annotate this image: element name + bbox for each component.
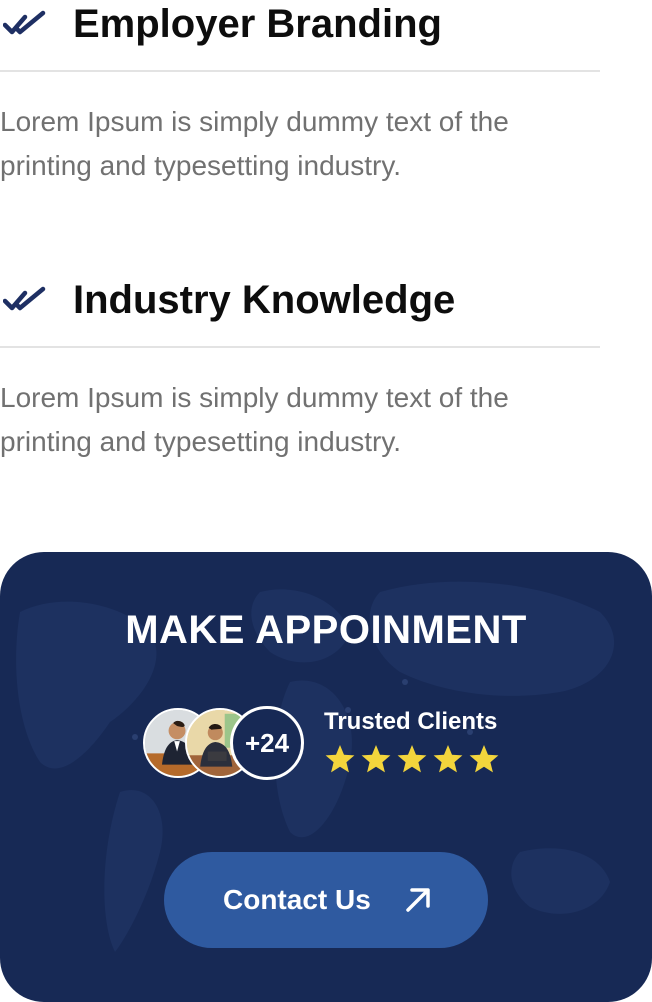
appointment-title: MAKE APPOINMENT [125,608,527,652]
client-count-badge: +24 [230,706,304,780]
arrow-up-right-icon [406,888,430,912]
contact-us-button[interactable]: Contact Us [164,852,488,948]
feature-title: Employer Branding [73,2,442,46]
feature-title: Industry Knowledge [73,278,456,322]
feature-header: Employer Branding [0,0,600,72]
appointment-card: MAKE APPOINMENT +24 Trusted Clients Cont… [0,552,652,1002]
double-check-icon [3,286,46,311]
feature-header: Industry Knowledge [0,276,600,348]
feature-description: Lorem Ipsum is simply dummy text of the … [0,382,509,457]
star-icon [433,745,463,773]
star-icon [397,745,427,773]
contact-us-label: Contact Us [223,884,371,915]
feature-industry-knowledge: Industry Knowledge Lorem Ipsum is simply… [0,276,600,464]
double-check-icon [3,10,46,35]
star-icon [361,745,391,773]
star-icon [469,745,499,773]
feature-description: Lorem Ipsum is simply dummy text of the … [0,106,509,181]
feature-employer-branding: Employer Branding Lorem Ipsum is simply … [0,0,600,188]
star-icon [325,745,355,773]
rating-stars [324,743,504,779]
trusted-clients-label: Trusted Clients [324,708,498,735]
